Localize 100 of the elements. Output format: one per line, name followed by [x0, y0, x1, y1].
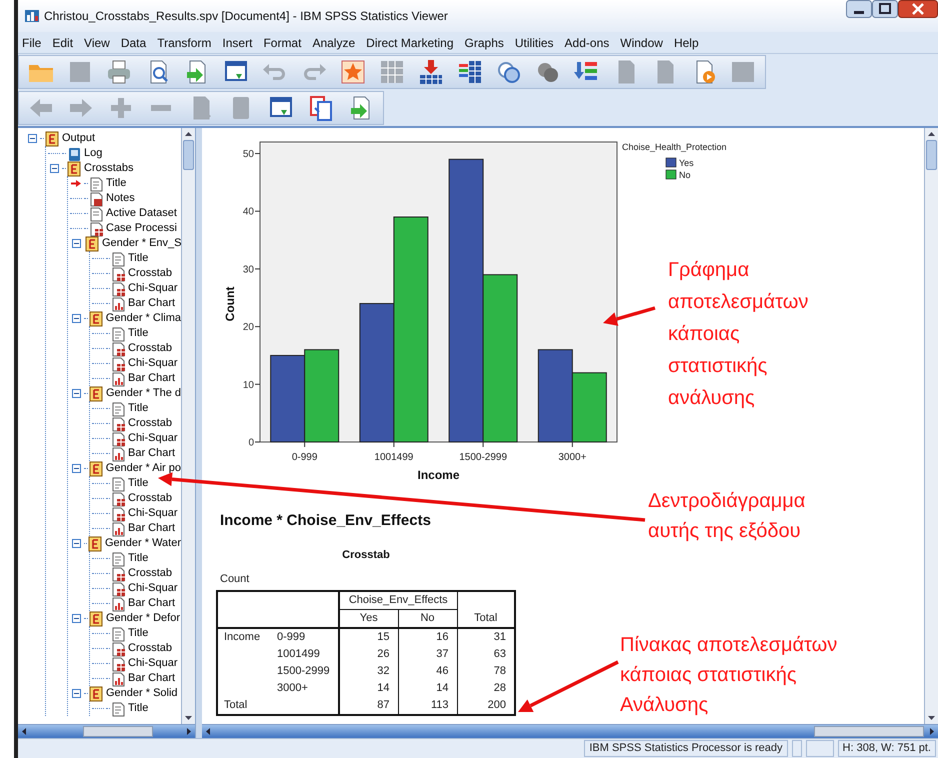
- page-icon: [110, 250, 126, 266]
- tree-item[interactable]: Title: [128, 251, 148, 266]
- tree-item[interactable]: Log: [84, 146, 102, 161]
- maximize-icon[interactable]: [872, 0, 898, 18]
- tree-item[interactable]: Chi-Squar: [128, 506, 178, 521]
- tree-item[interactable]: Active Dataset: [106, 206, 177, 221]
- tree-item[interactable]: Title: [128, 476, 148, 491]
- menu-item[interactable]: Add-ons: [564, 34, 610, 52]
- scrollbar-thumb[interactable]: [83, 726, 153, 737]
- table-cell: 32: [339, 662, 398, 680]
- menu-item[interactable]: Edit: [52, 34, 74, 52]
- tree-item[interactable]: Chi-Squar: [128, 356, 178, 371]
- y-tick-label: 30: [242, 264, 254, 276]
- tree-item[interactable]: Gender * Clima: [106, 311, 181, 326]
- tree-item[interactable]: Bar Chart: [128, 371, 176, 386]
- y-tick-label: 40: [242, 206, 254, 218]
- y-axis-title: Count: [223, 286, 237, 322]
- menu-item[interactable]: Format: [263, 34, 302, 52]
- tree-item[interactable]: Gender * Defor: [106, 611, 180, 626]
- tree-item[interactable]: Chi-Squar: [128, 581, 178, 596]
- menu-item[interactable]: Help: [674, 34, 699, 52]
- collapse-icon[interactable]: [72, 539, 80, 548]
- tree-item[interactable]: Title: [128, 626, 148, 641]
- tree-item[interactable]: Bar Chart: [128, 296, 176, 311]
- tree-item[interactable]: Gender * Water: [104, 536, 181, 551]
- scrollbar-thumb[interactable]: [183, 140, 194, 170]
- y-tick-label: 50: [242, 149, 254, 160]
- minimize-icon[interactable]: [846, 0, 872, 18]
- book-icon: [84, 236, 100, 252]
- tree-item[interactable]: Title: [106, 176, 126, 191]
- book-icon: [86, 536, 103, 552]
- table-page-icon: [110, 640, 126, 656]
- menu-item[interactable]: Graphs: [464, 34, 504, 52]
- tree-item[interactable]: Gender * Solid: [106, 686, 178, 701]
- scrollbar[interactable]: [181, 128, 195, 724]
- collapse-icon[interactable]: [50, 164, 58, 173]
- collapse-icon[interactable]: [72, 314, 80, 323]
- tree-item[interactable]: Case Processi: [106, 221, 177, 236]
- collapse-icon[interactable]: [72, 389, 80, 398]
- x-tick: 1001499: [374, 442, 414, 463]
- book-icon: [88, 386, 104, 402]
- notes-page-icon: [88, 190, 104, 206]
- collapse-icon[interactable]: [72, 689, 80, 698]
- close-icon[interactable]: [898, 0, 938, 18]
- table-cell: 46: [398, 662, 457, 680]
- collapse-icon[interactable]: [72, 614, 80, 623]
- menu-item[interactable]: Data: [120, 34, 146, 52]
- menu-item[interactable]: View: [84, 34, 110, 52]
- book-icon: [44, 130, 60, 146]
- tree-item[interactable]: Notes: [106, 191, 135, 206]
- pages-icon[interactable]: [307, 94, 335, 122]
- tree-item[interactable]: Crosstab: [128, 491, 172, 506]
- annotation-text: Πίνακας αποτελεσμάτων κάποιας στατιστικής Ανάλυσης: [620, 633, 838, 718]
- tree-item[interactable]: Bar Chart: [128, 446, 176, 461]
- tree-item[interactable]: Title: [128, 551, 148, 566]
- tree-item[interactable]: Gender * Air po: [106, 461, 181, 476]
- table-page-icon: [110, 340, 126, 356]
- x-tick-label: 0-999: [292, 452, 318, 463]
- collapse-icon[interactable]: [72, 239, 80, 248]
- table-icon[interactable]: [456, 58, 484, 86]
- scrollbar-thumb[interactable]: [926, 140, 937, 170]
- tree-item[interactable]: Crosstab: [128, 341, 172, 356]
- tree-item[interactable]: Chi-Squar: [128, 281, 178, 296]
- menu-item[interactable]: Transform: [157, 34, 212, 52]
- collapse-icon[interactable]: [72, 464, 80, 473]
- menu-item[interactable]: Window: [620, 34, 663, 52]
- tree-item[interactable]: Crosstab: [128, 416, 172, 431]
- tree-item[interactable]: Bar Chart: [128, 671, 176, 686]
- tree-item[interactable]: Crosstab: [128, 641, 172, 656]
- scrollbar[interactable]: [202, 724, 938, 738]
- app-icon: [24, 8, 40, 24]
- tree-item[interactable]: Crosstab: [128, 566, 172, 581]
- tree-item[interactable]: Title: [128, 326, 148, 341]
- printer-icon[interactable]: [105, 58, 133, 86]
- tree-item[interactable]: Output: [62, 131, 96, 146]
- x-tick: 0-999: [292, 442, 318, 463]
- tree-item[interactable]: Gender * Env_S: [102, 236, 181, 251]
- menu-item[interactable]: Analyze: [312, 34, 356, 52]
- scrollbar[interactable]: [924, 128, 938, 724]
- tree-item[interactable]: Chi-Squar: [128, 656, 178, 671]
- menu-item[interactable]: Direct Marketing: [366, 34, 454, 52]
- tree-item[interactable]: Bar Chart: [128, 596, 176, 611]
- tree-item[interactable]: Crosstab: [128, 266, 172, 281]
- menu-item[interactable]: Utilities: [514, 34, 554, 52]
- table-page-icon: [110, 430, 126, 446]
- book-icon: [66, 160, 82, 176]
- menu-item[interactable]: Insert: [222, 34, 252, 52]
- y-tick: 10: [242, 380, 260, 391]
- tree-item[interactable]: Crosstabs: [84, 161, 134, 176]
- menu-item[interactable]: File: [22, 34, 42, 52]
- tree-item[interactable]: Title: [128, 701, 148, 716]
- tree-item[interactable]: Chi-Squar: [128, 431, 178, 446]
- tree-item[interactable]: Bar Chart: [128, 521, 176, 536]
- scrollbar[interactable]: [18, 724, 195, 738]
- tree-item[interactable]: Title: [128, 401, 148, 416]
- tree-item[interactable]: Gender * The d: [106, 386, 181, 401]
- y-tick-label: 20: [242, 322, 254, 334]
- collapse-icon[interactable]: [28, 134, 36, 143]
- scrollbar-thumb[interactable]: [814, 726, 924, 737]
- table-arrow-icon[interactable]: [417, 58, 445, 86]
